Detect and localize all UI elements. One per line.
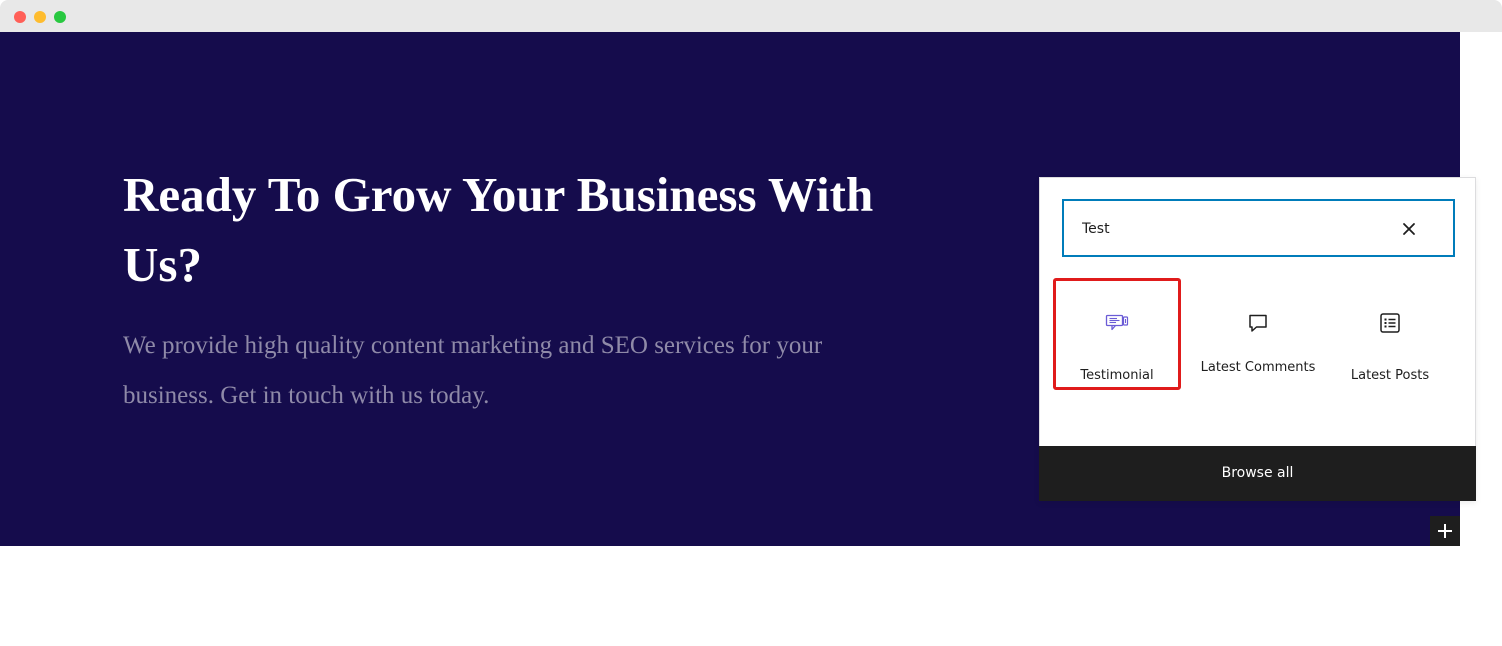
clear-search-button[interactable] [1397, 217, 1421, 241]
block-option-latest-posts[interactable]: Latest Posts [1326, 278, 1454, 390]
browser-window: Ready To Grow Your Business With Us? We … [0, 0, 1502, 646]
close-icon [1403, 223, 1415, 235]
block-results: Testimonial Latest Comments Latest Posts [1040, 278, 1475, 446]
block-option-latest-comments[interactable]: Latest Comments [1194, 278, 1322, 390]
hero-description: We provide high quality content marketin… [123, 332, 823, 409]
browse-all-button[interactable]: Browse all [1039, 446, 1476, 501]
close-window-dot[interactable] [14, 11, 26, 23]
block-option-label: Latest Comments [1200, 360, 1316, 375]
hero-heading: Ready To Grow Your Business With Us? [123, 167, 874, 292]
block-search-box [1062, 199, 1455, 257]
comment-icon [1249, 314, 1267, 332]
block-option-label: Latest Posts [1350, 368, 1430, 383]
minimize-window-dot[interactable] [34, 11, 46, 23]
block-inserter-popover: Testimonial Latest Comments La [1039, 177, 1476, 501]
window-titlebar [0, 0, 1502, 32]
maximize-window-dot[interactable] [54, 11, 66, 23]
post-list-icon [1380, 313, 1400, 333]
block-option-testimonial[interactable]: Testimonial [1053, 278, 1181, 390]
testimonial-icon [1105, 314, 1129, 331]
add-block-button[interactable] [1430, 516, 1460, 546]
block-option-label: Testimonial [1080, 368, 1154, 383]
block-search-input[interactable] [1082, 215, 1382, 243]
plus-icon [1438, 524, 1452, 538]
